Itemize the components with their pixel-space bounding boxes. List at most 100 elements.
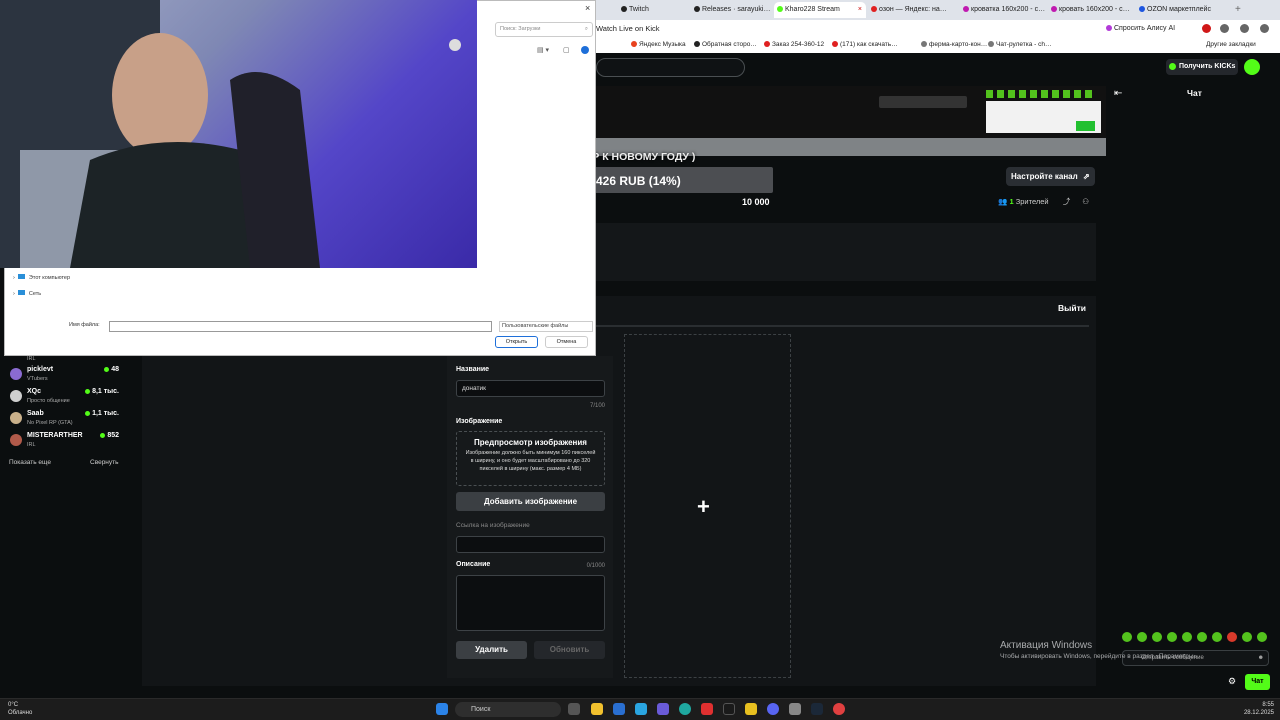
show-more-link[interactable]: Показать еще xyxy=(9,459,51,466)
discord-icon[interactable] xyxy=(767,703,779,715)
chat-send-button[interactable]: Чат xyxy=(1245,674,1270,690)
address-bar[interactable]: Watch Live on Kick Спросить Алису AI xyxy=(596,20,1280,38)
weather-text: Облачно xyxy=(8,710,33,716)
tab-label: Twitch xyxy=(629,6,649,13)
emote-icon[interactable] xyxy=(1212,632,1222,642)
alice-label: Спросить Алису AI xyxy=(1114,25,1176,32)
tab-yandex[interactable]: озон — Яндекс: на… xyxy=(868,2,958,18)
emote-icon[interactable] xyxy=(1242,632,1252,642)
tree-label: Этот компьютер xyxy=(28,275,71,281)
alice-button[interactable]: Спросить Алису AI xyxy=(1100,22,1181,36)
tab-releases[interactable]: Releases · sarayuki… xyxy=(691,2,773,18)
tab-bed-2[interactable]: кровать 160x200 - с… xyxy=(1048,2,1134,18)
channel-name: picklevt xyxy=(27,366,54,373)
emoji-icon[interactable]: ☻ xyxy=(1258,651,1264,665)
explorer-icon[interactable] xyxy=(591,703,603,715)
collapse-link[interactable]: Свернуть xyxy=(90,459,119,466)
view-options-icon[interactable]: ▤ ▾ xyxy=(537,46,549,54)
preview-pane-icon[interactable]: ▢ xyxy=(563,46,570,54)
close-icon[interactable]: × xyxy=(858,2,862,18)
weather-widget[interactable]: 0°C Облачно xyxy=(8,701,32,717)
webcam-overlay xyxy=(0,0,477,268)
tab-kick-stream[interactable]: Kharo228 Stream × xyxy=(774,2,866,18)
preview-dots xyxy=(986,90,1096,98)
app-icon[interactable] xyxy=(789,703,801,715)
bookmark-item[interactable]: ферма-карто-кон… xyxy=(921,41,987,48)
image-link-input[interactable] xyxy=(456,536,605,553)
extension-icon[interactable] xyxy=(1240,24,1249,33)
other-bookmarks[interactable]: Другие закладки xyxy=(1206,41,1256,48)
search-input[interactable] xyxy=(596,58,745,77)
bookmark-item[interactable]: Заказ 254-360-12 xyxy=(764,41,824,48)
bookmark-item[interactable]: Обратная сторо… xyxy=(694,41,757,48)
tab-ozon[interactable]: OZON маркетплейс xyxy=(1136,2,1226,18)
avatar[interactable] xyxy=(1244,59,1260,75)
filetype-select[interactable]: Пользовательские файлы xyxy=(499,321,593,332)
close-icon[interactable]: × xyxy=(585,3,590,13)
app-icon[interactable] xyxy=(657,703,669,715)
tree-item-this-pc[interactable]: › Этот компьютер xyxy=(13,274,70,281)
extension-icon[interactable] xyxy=(1220,24,1229,33)
share-icon[interactable]: ⤴ xyxy=(1063,197,1071,206)
taskbar-search[interactable]: Поиск xyxy=(455,702,561,717)
steam-icon[interactable] xyxy=(811,703,823,715)
bookmark-label: Яндекс Музыка xyxy=(639,41,686,48)
bookmark-item[interactable]: Яндекс Музыка xyxy=(631,41,686,48)
taskbar-search-label: Поиск xyxy=(471,706,491,713)
task-view-icon[interactable] xyxy=(568,703,580,715)
bookmark-item[interactable]: Чат-рулетка - ch… xyxy=(988,41,1052,48)
extension-icon[interactable] xyxy=(1202,24,1211,33)
sidebar-item[interactable]: Saab No Pixel RP (GTA) 1,1 тыс. xyxy=(10,410,140,432)
sidebar-item[interactable]: MISTERARTHER IRL 852 xyxy=(10,432,140,454)
chat-panel xyxy=(1110,80,1280,698)
dialog-search-input[interactable]: Поиск: Загрузки ⌕ xyxy=(495,22,593,37)
open-button[interactable]: Открыть xyxy=(495,336,538,348)
setup-channel-button[interactable]: Настройте канал ⇗ xyxy=(1006,167,1095,186)
name-input[interactable]: донатик xyxy=(456,380,605,397)
cancel-button[interactable]: Отмена xyxy=(545,336,588,348)
exit-button[interactable]: Выйти xyxy=(1058,303,1086,313)
yandex-browser-icon[interactable] xyxy=(701,703,713,715)
tree-item-network[interactable]: › Сеть xyxy=(13,290,41,297)
sidebar-item[interactable]: XQc Просто общение 8,1 тыс. xyxy=(10,388,140,410)
bookmark-label: ферма-карто-кон… xyxy=(929,41,988,48)
chevron-right-icon: › xyxy=(13,291,15,297)
tab-bed-1[interactable]: кроватка 160x200 - с… xyxy=(960,2,1046,18)
sidebar-item[interactable]: picklevt VTubers 48 xyxy=(10,366,140,388)
tab-twitch[interactable]: Twitch xyxy=(618,2,688,18)
channel-category: No Pixel RP (GTA) xyxy=(27,420,73,426)
delete-button[interactable]: Удалить xyxy=(456,641,527,659)
channel-avatar xyxy=(10,390,22,402)
extension-icon[interactable] xyxy=(1260,24,1269,33)
plus-icon: + xyxy=(697,494,710,519)
settings-gear-icon[interactable]: ⚙ xyxy=(1228,676,1236,687)
channel-avatar xyxy=(10,368,22,380)
add-image-button[interactable]: Добавить изображение xyxy=(456,492,605,511)
users-icon[interactable]: ⚇ xyxy=(1082,197,1089,206)
description-textarea[interactable] xyxy=(456,575,605,631)
viewers-label: Зрителей xyxy=(1015,197,1049,206)
emote-icon[interactable] xyxy=(1227,632,1237,642)
clock[interactable]: 8:55 28.12.2025 xyxy=(1240,701,1274,717)
new-tab-button[interactable]: + xyxy=(1232,2,1244,18)
emote-icon[interactable] xyxy=(1257,632,1267,642)
app-icon[interactable] xyxy=(613,703,625,715)
update-button[interactable]: Обновить xyxy=(534,641,605,659)
app-icon[interactable] xyxy=(723,703,735,715)
edge-icon[interactable] xyxy=(679,703,691,715)
image-preview-box[interactable]: Предпросмотр изображения Изображение дол… xyxy=(456,431,605,486)
start-icon[interactable] xyxy=(436,703,448,715)
app-icon[interactable] xyxy=(635,703,647,715)
filename-input[interactable] xyxy=(109,321,492,332)
get-kicks-button[interactable]: Получить KICKs xyxy=(1166,59,1238,75)
app-icon[interactable] xyxy=(745,703,757,715)
collapse-chat-icon[interactable]: ⇤ xyxy=(1114,88,1122,99)
bookmark-item[interactable]: (171) как скачать… xyxy=(832,41,898,48)
app-icon[interactable] xyxy=(833,703,845,715)
webcam-lamp-shape xyxy=(449,39,461,51)
channel-viewers: 48 xyxy=(104,366,119,373)
image-preview-title: Предпросмотр изображения xyxy=(474,438,587,447)
get-kicks-label: Получить KICKs xyxy=(1179,63,1236,70)
description-counter: 0/1000 xyxy=(586,563,605,569)
help-icon[interactable] xyxy=(581,46,589,54)
